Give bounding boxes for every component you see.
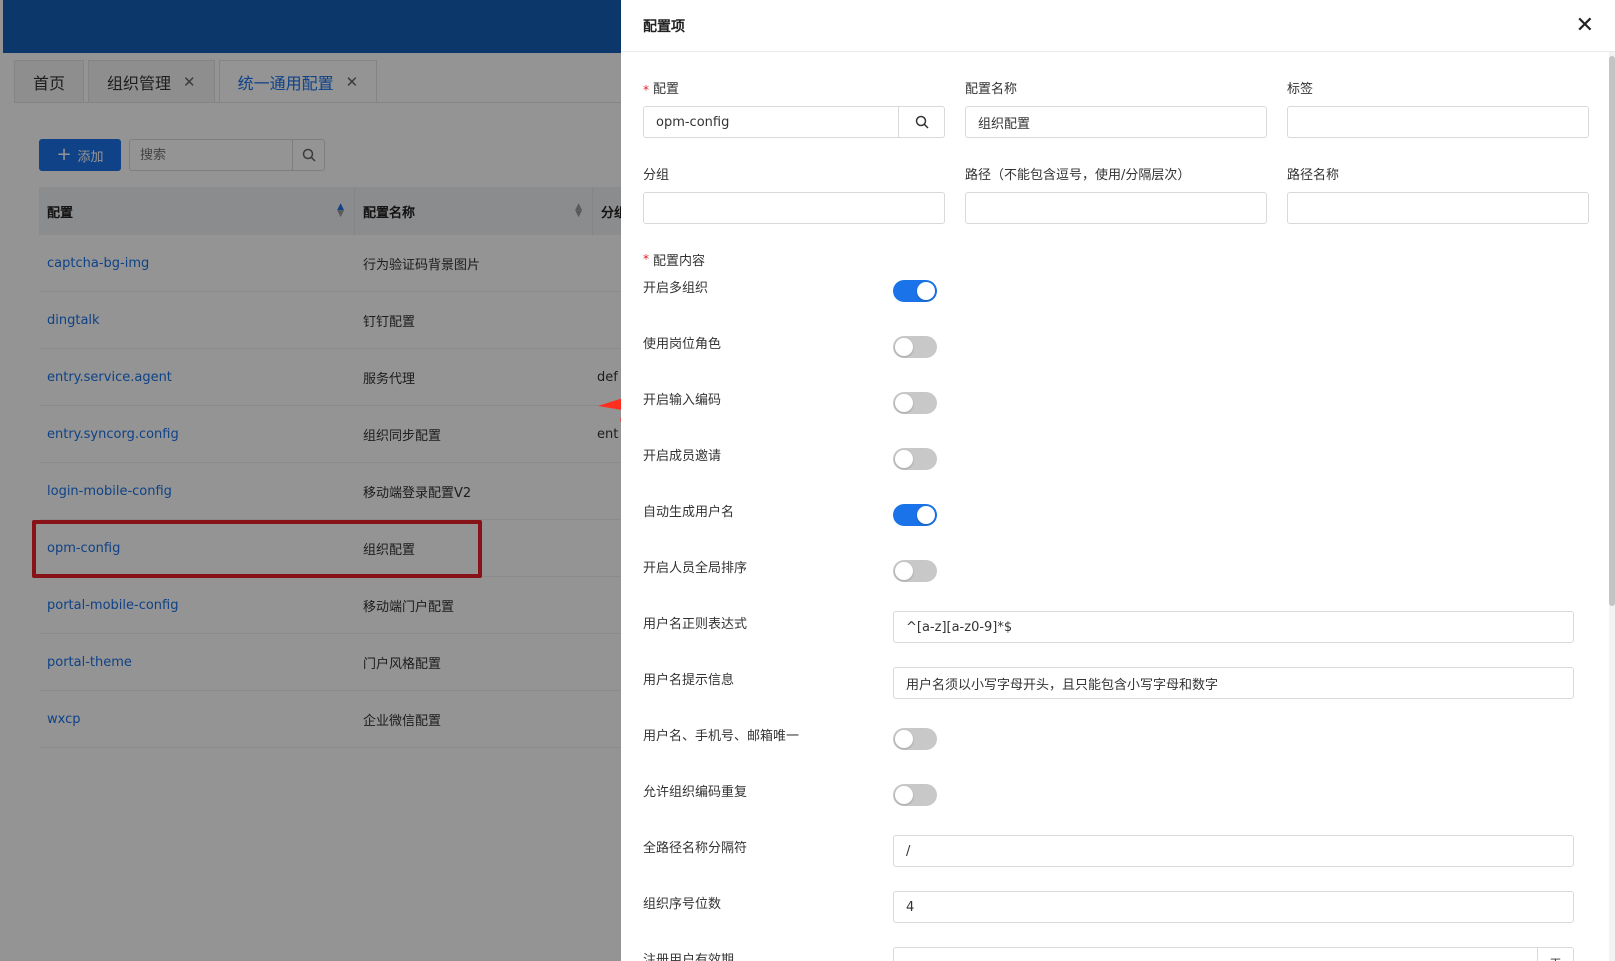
config-content-text: 配置内容: [653, 253, 706, 269]
config-content-row-label: 用户名正则表达式: [643, 617, 748, 632]
config-content-row-label: 使用岗位角色: [643, 337, 722, 352]
config-content-row-label: 开启输入编码: [643, 393, 722, 408]
required-marker: *: [643, 83, 649, 97]
toggle-knob: [917, 282, 935, 300]
drawer-title: 配置项: [643, 18, 685, 35]
config-label: 配置: [653, 82, 680, 97]
required-marker: *: [643, 252, 649, 266]
field-config-name: 配置名称 组织配置: [965, 52, 1267, 138]
config-content-row: 自动生成用户名: [643, 493, 1593, 549]
config-content-row: 开启多组织: [643, 269, 1593, 325]
field-tag: 标签: [1287, 52, 1589, 138]
lookup-button[interactable]: [898, 107, 944, 137]
toggle-knob: [895, 394, 913, 412]
path-label: 路径（不能包含逗号，使用/分隔层次）: [965, 168, 1191, 183]
scrollbar-thumb[interactable]: [1609, 56, 1615, 606]
toggle-switch[interactable]: [893, 392, 937, 414]
text-input[interactable]: 4: [893, 891, 1574, 923]
field-group: 分组: [643, 138, 945, 224]
config-content-row: 使用岗位角色: [643, 325, 1593, 381]
toggle-knob: [917, 506, 935, 524]
config-drawer: 配置项 ✕ * 配置 opm-config 配置名称 组织配置 标签 分组 路径…: [621, 0, 1615, 961]
config-content-row: 开启人员全局排序: [643, 549, 1593, 605]
form-row-1: * 配置 opm-config 配置名称 组织配置 标签: [643, 52, 1593, 138]
text-input[interactable]: 用户名须以小写字母开头，且只能包含小写字母和数字: [893, 667, 1574, 699]
config-name-input[interactable]: 组织配置: [965, 106, 1267, 138]
toggle-switch[interactable]: [893, 504, 937, 526]
config-content-row: 注册用户有效期 天: [643, 941, 1593, 961]
modal-overlay[interactable]: [0, 0, 621, 961]
config-name-label: 配置名称: [965, 82, 1018, 97]
text-input[interactable]: /: [893, 835, 1574, 867]
config-content-label: * 配置内容: [643, 249, 1593, 269]
config-content-row-label: 开启多组织: [643, 281, 709, 296]
config-content-row-label: 用户名、手机号、邮箱唯一: [643, 729, 800, 744]
toggle-knob: [895, 450, 913, 468]
search-icon: [915, 115, 929, 129]
field-path-name: 路径名称: [1287, 138, 1589, 224]
toggle-knob: [895, 562, 913, 580]
group-label: 分组: [643, 168, 670, 183]
config-content-row: 全路径名称分隔符 /: [643, 829, 1593, 885]
config-content-row-label: 自动生成用户名: [643, 505, 735, 520]
drawer-header: 配置项 ✕: [621, 0, 1615, 52]
group-input[interactable]: [643, 192, 945, 224]
close-icon[interactable]: ✕: [1576, 14, 1594, 37]
number-input[interactable]: 天: [893, 947, 1574, 961]
toggle-switch[interactable]: [893, 728, 937, 750]
config-content-row-label: 全路径名称分隔符: [643, 841, 748, 856]
config-content-row: 开启输入编码: [643, 381, 1593, 437]
config-content-row-label: 开启成员邀请: [643, 449, 722, 464]
toggle-knob: [895, 338, 913, 356]
config-key-value[interactable]: opm-config: [644, 115, 898, 130]
toggle-switch[interactable]: [893, 336, 937, 358]
config-form: * 配置 opm-config 配置名称 组织配置 标签 分组 路径（不能包含逗…: [643, 52, 1593, 961]
path-name-input[interactable]: [1287, 192, 1589, 224]
config-content-row: 用户名、手机号、邮箱唯一: [643, 717, 1593, 773]
config-content-row-label: 允许组织编码重复: [643, 785, 748, 800]
config-content-row: 用户名提示信息 用户名须以小写字母开头，且只能包含小写字母和数字: [643, 661, 1593, 717]
unit-addon: 天: [1537, 948, 1573, 961]
toggle-knob: [895, 786, 913, 804]
config-content-row-label: 组织序号位数: [643, 897, 722, 912]
tag-label: 标签: [1287, 82, 1314, 97]
config-content-row-label: 开启人员全局排序: [643, 561, 748, 576]
toggle-knob: [895, 730, 913, 748]
config-content-row-label: 用户名提示信息: [643, 673, 735, 688]
field-config: * 配置 opm-config: [643, 52, 945, 138]
toggle-switch[interactable]: [893, 280, 937, 302]
text-input[interactable]: ^[a-z][a-z0-9]*$: [893, 611, 1574, 643]
toggle-switch[interactable]: [893, 784, 937, 806]
config-content-row: 组织序号位数 4: [643, 885, 1593, 941]
config-key-field[interactable]: opm-config: [643, 106, 945, 138]
path-name-label: 路径名称: [1287, 168, 1340, 183]
config-content-list: 开启多组织 使用岗位角色 开启输入编码 开启成员邀请 自动生成用户名 开启人员全局排序 用户…: [643, 269, 1593, 961]
field-path: 路径（不能包含逗号，使用/分隔层次）: [965, 138, 1267, 224]
form-row-2: 分组 路径（不能包含逗号，使用/分隔层次） 路径名称: [643, 138, 1593, 224]
path-input[interactable]: [965, 192, 1267, 224]
config-content-row-label: 注册用户有效期: [643, 953, 735, 961]
config-content-row: 开启成员邀请: [643, 437, 1593, 493]
toggle-switch[interactable]: [893, 560, 937, 582]
config-content-row: 用户名正则表达式 ^[a-z][a-z0-9]*$: [643, 605, 1593, 661]
config-content-row: 允许组织编码重复: [643, 773, 1593, 829]
toggle-switch[interactable]: [893, 448, 937, 470]
tag-input[interactable]: [1287, 106, 1589, 138]
